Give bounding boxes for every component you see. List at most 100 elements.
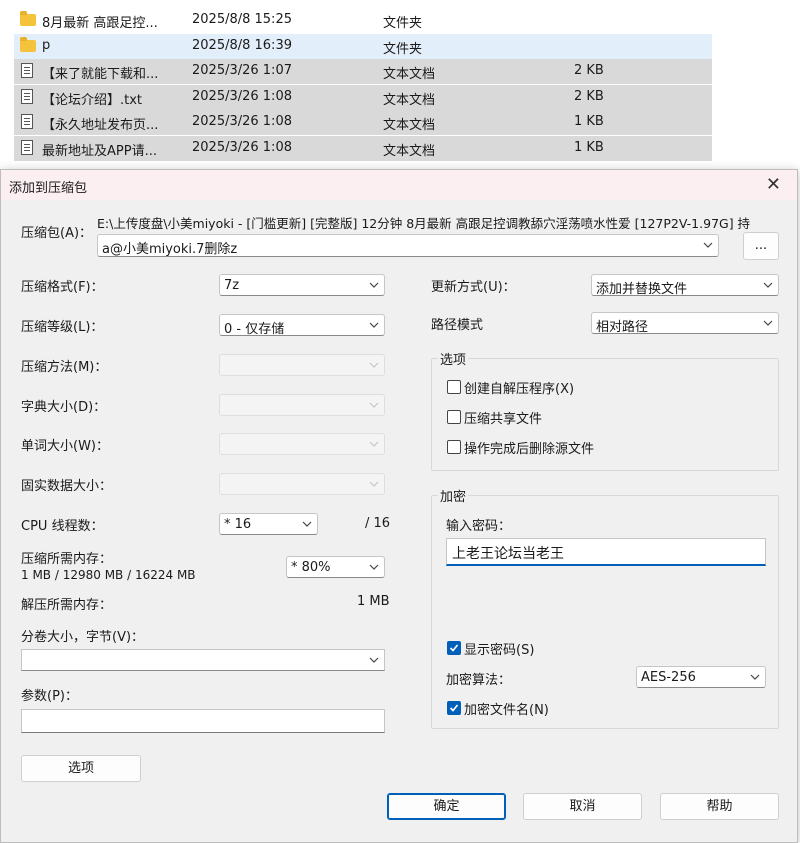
encryption-method-select[interactable]: AES-256	[636, 666, 766, 688]
path-mode-value: 相对路径	[596, 320, 649, 335]
chevron-down-icon	[369, 481, 379, 487]
chevron-down-icon	[369, 657, 379, 663]
file-date: 2025/3/26 1:07	[192, 63, 292, 78]
level-select[interactable]: 0 - 仅存储	[219, 314, 385, 337]
archive-name-value[interactable]: a@小美miyoki.7删除z	[102, 238, 237, 257]
memory-label: 压缩所需内存：	[21, 552, 113, 567]
password-label: 输入密码：	[446, 519, 512, 534]
decompress-memory-label: 解压所需内存：	[21, 598, 113, 613]
dictionary-select[interactable]	[219, 394, 385, 416]
decompress-memory-value: 1 MB	[357, 594, 390, 609]
memory-select[interactable]: * 80%	[286, 556, 385, 578]
chevron-down-icon	[302, 521, 312, 527]
chevron-down-icon	[369, 441, 379, 447]
format-label: 压缩格式(F)：	[21, 280, 104, 295]
cpu-threads-value: * 16	[224, 517, 252, 532]
cpu-threads-select[interactable]: * 16	[219, 513, 318, 535]
chevron-down-icon	[369, 282, 379, 288]
help-button[interactable]: 帮助	[660, 793, 779, 820]
close-icon[interactable]: ✕	[766, 174, 781, 195]
add-to-archive-dialog: 添加到压缩包 ✕ 压缩包(A)： E:\上传度盘\小美miyoki - [门槛更…	[0, 169, 798, 843]
file-name: 【来了就能下载和...	[42, 67, 159, 82]
encrypt-names-label[interactable]: 加密文件名(N)	[464, 699, 549, 718]
options-group-title: 选项	[438, 349, 469, 368]
ok-button[interactable]: 确定	[387, 793, 506, 820]
sfx-checkbox[interactable]	[447, 380, 461, 394]
text-file-icon	[21, 139, 33, 155]
file-name: 最新地址及APP请...	[42, 143, 157, 159]
format-select[interactable]: 7z	[219, 274, 385, 296]
chevron-down-icon	[750, 674, 760, 680]
browse-button[interactable]: ...	[743, 232, 779, 260]
text-file-icon	[21, 88, 33, 104]
file-row[interactable]: 【永久地址发布页... 2025/3/26 1:08 文本文档 1 KB	[14, 110, 712, 135]
params-input[interactable]	[21, 709, 385, 733]
encryption-group: 加密 输入密码： 上老王论坛当老王 显示密码(S) 加密算法： AES-256 …	[431, 486, 779, 729]
chevron-down-icon	[703, 242, 713, 248]
cpu-threads-label: CPU 线程数：	[21, 519, 104, 534]
word-size-select[interactable]	[219, 433, 385, 455]
password-input[interactable]: 上老王论坛当老王	[446, 538, 766, 566]
file-row[interactable]: 【来了就能下载和... 2025/3/26 1:07 文本文档 2 KB	[14, 59, 712, 84]
cancel-button[interactable]: 取消	[523, 793, 642, 820]
cpu-threads-max: / 16	[365, 516, 391, 531]
chevron-down-icon	[763, 282, 773, 288]
solid-size-select[interactable]	[219, 473, 385, 495]
encryption-method-label: 加密算法：	[446, 673, 512, 688]
method-select[interactable]	[219, 354, 385, 376]
file-row[interactable]: p 2025/8/8 16:39 文件夹	[14, 33, 712, 59]
chevron-down-icon	[369, 322, 379, 328]
file-date: 2025/8/8 15:25	[192, 12, 292, 27]
delete-source-checkbox[interactable]	[447, 440, 461, 454]
sfx-label[interactable]: 创建自解压程序(X)	[464, 378, 574, 397]
memory-detail: 1 MB / 12980 MB / 16224 MB	[21, 568, 196, 582]
archive-name-combo[interactable]: a@小美miyoki.7删除z	[97, 234, 719, 257]
delete-source-label[interactable]: 操作完成后删除源文件	[464, 438, 594, 457]
file-size: 1 KB	[574, 139, 604, 155]
password-value: 上老王论坛当老王	[452, 546, 564, 562]
shared-files-checkbox[interactable]	[447, 410, 461, 424]
file-row[interactable]: 最新地址及APP请... 2025/3/26 1:08 文本文档 1 KB	[14, 135, 712, 161]
file-size: 1 KB	[574, 114, 604, 129]
options-group: 选项 创建自解压程序(X) 压缩共享文件 操作完成后删除源文件	[431, 349, 779, 471]
text-file-icon	[21, 63, 33, 78]
show-password-checkbox[interactable]	[447, 641, 461, 655]
show-password-label[interactable]: 显示密码(S)	[464, 639, 534, 658]
encryption-group-title: 加密	[438, 486, 469, 505]
options-button[interactable]: 选项	[21, 755, 141, 782]
encryption-method-value: AES-256	[641, 670, 696, 685]
file-name: 8月最新 高跟足控...	[42, 16, 158, 31]
path-mode-select[interactable]: 相对路径	[591, 312, 779, 335]
file-type: 文件夹	[383, 41, 423, 57]
file-row[interactable]: 【论坛介绍】.txt 2025/3/26 1:08 文本文档 2 KB	[14, 84, 712, 110]
file-date: 2025/3/26 1:08	[192, 88, 292, 104]
update-mode-value: 添加并替换文件	[596, 282, 688, 297]
solid-size-label: 固实数据大小：	[21, 479, 113, 494]
folder-icon	[20, 36, 36, 52]
chevron-down-icon	[763, 320, 773, 326]
file-name: p	[42, 37, 51, 53]
word-size-label: 单词大小(W)：	[21, 439, 109, 454]
archive-label: 压缩包(A)：	[21, 226, 93, 241]
file-type: 文本文档	[383, 67, 436, 82]
update-mode-select[interactable]: 添加并替换文件	[591, 274, 779, 297]
file-type: 文本文档	[383, 143, 436, 159]
split-size-combo[interactable]	[21, 649, 385, 671]
text-file-icon	[21, 114, 33, 129]
params-label: 参数(P)：	[21, 689, 78, 704]
level-label: 压缩等级(L)：	[21, 320, 104, 335]
file-date: 2025/3/26 1:08	[192, 114, 292, 129]
file-row[interactable]: 8月最新 高跟足控... 2025/8/8 15:25 文件夹	[14, 8, 712, 33]
file-date: 2025/8/8 16:39	[192, 37, 292, 53]
chevron-down-icon	[369, 362, 379, 368]
archive-path: E:\上传度盘\小美miyoki - [门槛更新] [完整版] 12分钟 8月最…	[97, 216, 751, 231]
file-type: 文本文档	[383, 118, 436, 133]
checkmark-icon	[449, 644, 459, 652]
title-bar[interactable]: 添加到压缩包 ✕	[1, 170, 797, 200]
file-type: 文件夹	[383, 16, 423, 31]
file-date: 2025/3/26 1:08	[192, 139, 292, 155]
update-mode-label: 更新方式(U)：	[431, 280, 516, 295]
shared-files-label[interactable]: 压缩共享文件	[464, 408, 542, 427]
folder-icon	[20, 11, 36, 26]
encrypt-names-checkbox[interactable]	[447, 701, 461, 715]
